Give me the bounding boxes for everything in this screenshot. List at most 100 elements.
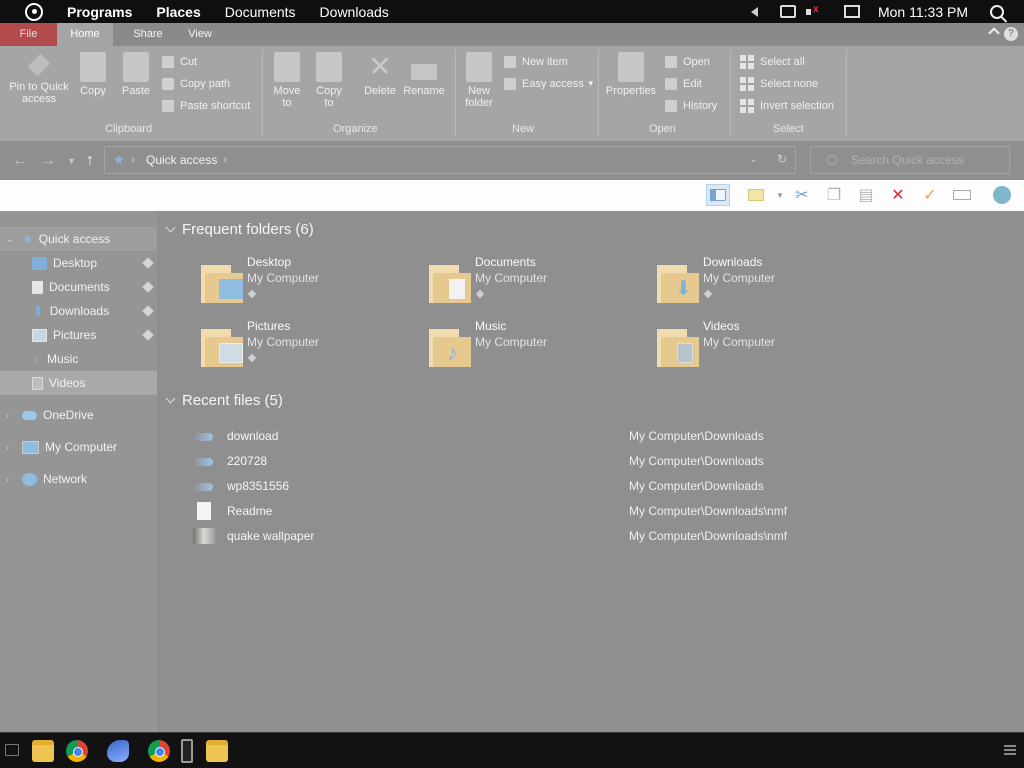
- nav-item-documents[interactable]: Documents: [0, 275, 157, 299]
- history-button[interactable]: History: [665, 97, 717, 114]
- pin-icon[interactable]: [142, 281, 154, 293]
- copy-icon[interactable]: ❐: [822, 184, 846, 206]
- pin-quick-access-button[interactable]: Pin to Quick access: [6, 52, 72, 105]
- collapse-arrow-icon[interactable]: ⌄: [6, 234, 14, 245]
- globe-icon[interactable]: [990, 184, 1014, 206]
- nav-network[interactable]: › Network: [0, 467, 157, 491]
- documents-menu[interactable]: Documents: [225, 4, 296, 20]
- select-none-button[interactable]: Select none: [740, 75, 818, 92]
- folder-pictures[interactable]: Pictures My Computer: [201, 319, 401, 369]
- forward-arrow-icon[interactable]: →: [40, 152, 56, 170]
- tray-expand-icon[interactable]: [750, 6, 758, 17]
- cut-icon[interactable]: ✂: [790, 184, 814, 206]
- recent-locations-icon[interactable]: ▼: [67, 156, 76, 166]
- rename-icon[interactable]: [950, 184, 974, 206]
- copy-path-button[interactable]: Copy path: [162, 75, 230, 92]
- refresh-icon[interactable]: ↻: [777, 152, 787, 166]
- tab-share[interactable]: Share: [128, 23, 168, 46]
- tab-home[interactable]: Home: [57, 23, 113, 46]
- delete-icon[interactable]: ✕: [886, 184, 910, 206]
- pin-icon[interactable]: [142, 257, 154, 269]
- move-to-button[interactable]: Move to: [270, 52, 304, 109]
- frequent-folders-header[interactable]: Frequent folders (6): [165, 221, 314, 238]
- programs-menu[interactable]: Programs: [67, 4, 132, 20]
- expand-arrow-icon[interactable]: ›: [6, 474, 14, 484]
- properties-button[interactable]: Properties: [602, 52, 660, 97]
- folder-desktop[interactable]: Desktop My Computer: [201, 255, 401, 305]
- chrome-icon[interactable]: [148, 740, 170, 762]
- search-box[interactable]: Search Quick access: [810, 146, 1010, 174]
- volume-muted-icon[interactable]: [805, 4, 820, 18]
- recent-files-header[interactable]: Recent files (5): [165, 392, 283, 409]
- expand-arrow-icon[interactable]: ›: [6, 410, 14, 420]
- nav-onedrive[interactable]: › OneDrive: [0, 403, 157, 427]
- details-pane-icon[interactable]: [744, 184, 768, 206]
- copy-button[interactable]: Copy: [76, 52, 110, 97]
- recent-file-row[interactable]: Readme My Computer\Downloads\nmf: [193, 502, 813, 522]
- file-explorer-icon[interactable]: [206, 740, 228, 762]
- paste-shortcut-button[interactable]: Paste shortcut: [162, 97, 250, 114]
- nav-item-music[interactable]: ♪ Music: [0, 347, 157, 371]
- places-menu[interactable]: Places: [156, 4, 200, 20]
- phone-icon[interactable]: [181, 739, 193, 763]
- invert-selection-button[interactable]: Invert selection: [740, 97, 834, 114]
- recent-file-row[interactable]: wp8351556 My Computer\Downloads: [193, 477, 813, 497]
- pin-icon[interactable]: [247, 289, 257, 299]
- breadcrumb-quick-access[interactable]: Quick access: [146, 153, 217, 167]
- expand-arrow-icon[interactable]: ›: [6, 442, 14, 452]
- nav-my-computer[interactable]: › My Computer: [0, 435, 157, 459]
- checkmark-icon[interactable]: ✓: [918, 184, 942, 206]
- collapse-caret-icon[interactable]: [165, 222, 176, 233]
- pin-icon[interactable]: [247, 353, 257, 363]
- rename-button[interactable]: Rename: [402, 52, 446, 97]
- show-desktop-icon[interactable]: [5, 744, 19, 756]
- nav-item-desktop[interactable]: Desktop: [0, 251, 157, 275]
- address-bar[interactable]: ★ › Quick access › ⌄ ↻: [104, 146, 796, 174]
- file-explorer-icon[interactable]: [32, 740, 54, 762]
- cut-button[interactable]: Cut: [162, 53, 197, 70]
- tab-view[interactable]: View: [184, 23, 216, 46]
- recent-file-row[interactable]: 220728 My Computer\Downloads: [193, 452, 813, 472]
- app-launcher-icon[interactable]: [107, 740, 129, 762]
- open-button[interactable]: Open: [665, 53, 710, 70]
- nav-item-pictures[interactable]: Pictures: [0, 323, 157, 347]
- edit-button[interactable]: Edit: [665, 75, 702, 92]
- clock[interactable]: Mon 11:33 PM: [878, 4, 968, 20]
- new-folder-button[interactable]: New folder: [460, 52, 498, 109]
- folder-documents[interactable]: Documents My Computer: [429, 255, 629, 305]
- collapse-caret-icon[interactable]: [165, 393, 176, 404]
- up-arrow-icon[interactable]: ↑: [86, 152, 94, 170]
- breadcrumb-chevron-icon[interactable]: ›: [223, 152, 227, 166]
- breadcrumb-chevron-icon[interactable]: ›: [131, 152, 135, 166]
- pin-icon[interactable]: [142, 329, 154, 341]
- downloads-menu[interactable]: Downloads: [320, 4, 389, 20]
- pin-icon[interactable]: [142, 305, 154, 317]
- back-arrow-icon[interactable]: ←: [12, 152, 28, 170]
- paste-icon[interactable]: ▤: [854, 184, 878, 206]
- select-all-button[interactable]: Select all: [740, 53, 805, 70]
- preview-pane-icon[interactable]: [706, 184, 730, 206]
- copy-to-button[interactable]: Copy to: [312, 52, 346, 109]
- recent-file-row[interactable]: quake wallpaper My Computer\Downloads\nm…: [193, 527, 813, 547]
- layout-dropdown-icon[interactable]: ▼: [768, 184, 792, 206]
- help-icon[interactable]: ?: [1004, 27, 1018, 41]
- delete-button[interactable]: ✕ Delete: [360, 52, 400, 98]
- recent-file-row[interactable]: download My Computer\Downloads: [193, 427, 813, 447]
- easy-access-button[interactable]: Easy access ▼: [504, 75, 595, 92]
- nav-item-downloads[interactable]: ⬇ Downloads: [0, 299, 157, 323]
- network-icon[interactable]: [779, 5, 796, 18]
- folder-music[interactable]: ♪ Music My Computer: [429, 319, 629, 369]
- nav-quick-access[interactable]: ⌄ ★ Quick access: [0, 227, 157, 251]
- chrome-icon[interactable]: [66, 740, 88, 762]
- pin-icon[interactable]: [475, 289, 485, 299]
- paste-button[interactable]: Paste: [118, 52, 154, 97]
- collapse-ribbon-icon[interactable]: [988, 27, 1000, 39]
- notification-icon[interactable]: [843, 5, 860, 18]
- tab-file[interactable]: File: [0, 23, 57, 46]
- search-icon[interactable]: [990, 4, 1004, 19]
- pin-icon[interactable]: [703, 289, 713, 299]
- address-dropdown-icon[interactable]: ⌄: [749, 154, 757, 165]
- folder-videos[interactable]: Videos My Computer: [657, 319, 857, 369]
- new-item-button[interactable]: New item: [504, 53, 568, 70]
- folder-downloads[interactable]: ⬇ Downloads My Computer: [657, 255, 857, 305]
